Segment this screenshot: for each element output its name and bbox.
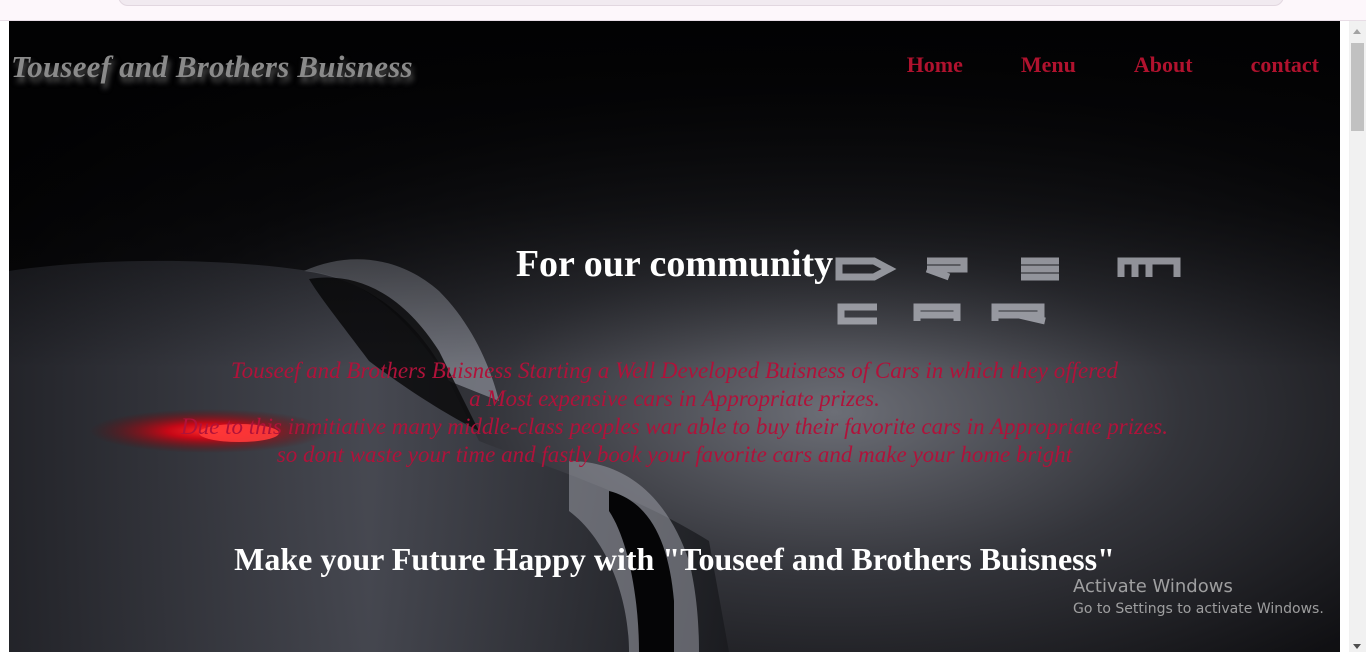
scroll-down-arrow-icon[interactable] [1353, 644, 1361, 649]
description-line: a Most expensive cars in Appropriate pri… [469, 386, 880, 411]
vertical-scrollbar[interactable] [1349, 21, 1366, 652]
hero-headline: For our community [9, 242, 1340, 286]
site-logo-title[interactable]: Touseef and Brothers Buisness [11, 49, 413, 85]
hero-tagline: Make your Future Happy with "Touseef and… [234, 541, 1115, 577]
windows-activation-watermark: Activate Windows Go to Settings to activ… [1073, 576, 1324, 620]
nav-link-home[interactable]: Home [907, 52, 963, 78]
scroll-up-arrow-icon[interactable] [1353, 29, 1361, 34]
nav-link-about[interactable]: About [1134, 52, 1193, 78]
browser-address-strip [0, 0, 1366, 21]
description-line: so dont waste your time and fastly book … [276, 442, 1073, 467]
hero-section: Touseef and Brothers Buisness Home Menu … [9, 21, 1340, 652]
main-nav: Home Menu About contact [907, 52, 1319, 78]
hero-description: Touseef and Brothers Buisness Starting a… [9, 357, 1340, 469]
description-line: Due to this inmitiative many middle-clas… [181, 414, 1168, 439]
activation-subtitle: Go to Settings to activate Windows. [1073, 601, 1324, 617]
nav-link-contact[interactable]: contact [1251, 52, 1319, 78]
hero-headline-text: For our community [515, 243, 834, 285]
description-line: Touseef and Brothers Buisness Starting a… [230, 358, 1119, 383]
address-bar[interactable] [118, 0, 1284, 6]
activation-title: Activate Windows [1073, 576, 1233, 597]
nav-link-menu[interactable]: Menu [1021, 52, 1076, 78]
scrollbar-thumb[interactable] [1351, 43, 1364, 131]
